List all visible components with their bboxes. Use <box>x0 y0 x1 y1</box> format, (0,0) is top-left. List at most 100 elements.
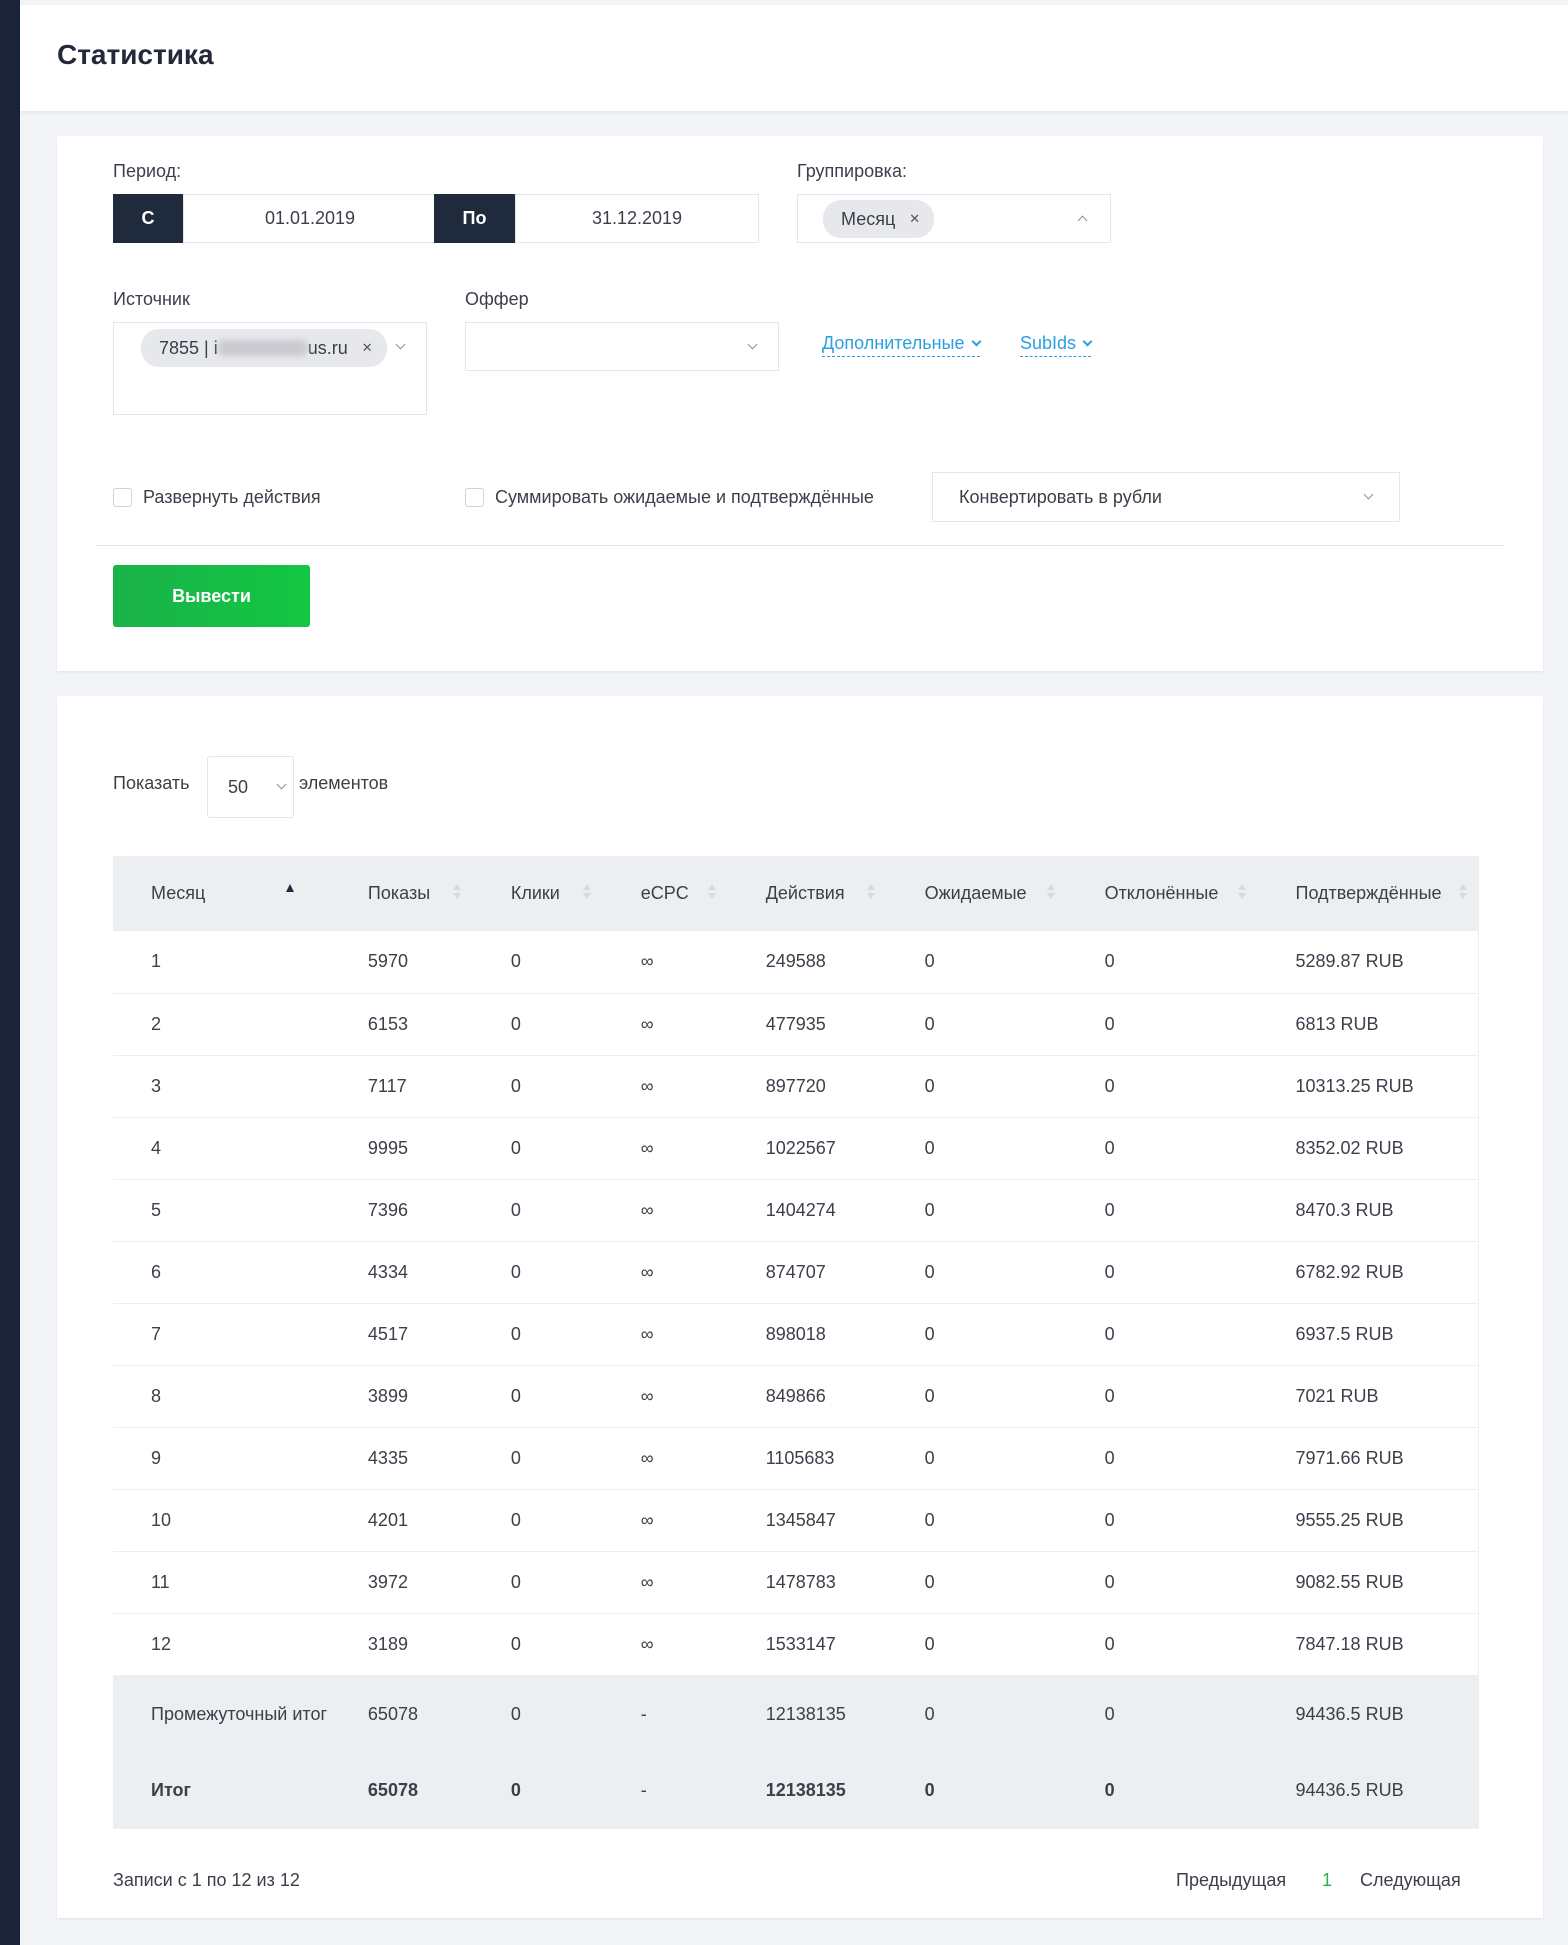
column-header[interactable]: Показы <box>329 856 473 931</box>
length-elements-label: элементов <box>299 773 389 793</box>
column-header-label: Показы <box>367 883 431 903</box>
date-to-prefix: По <box>434 194 515 243</box>
table-cell: 0 <box>886 1675 1067 1753</box>
table-cell: ∞ <box>602 1551 728 1614</box>
table-cell: 1478783 <box>727 1551 887 1614</box>
page-header: Статистика <box>20 5 1568 111</box>
sort-icon <box>452 884 461 902</box>
sum-pending-label: Суммировать ожидаемые и подтверждённые <box>495 487 874 507</box>
table-cell: 8 <box>113 1365 330 1428</box>
column-header-label: Отклонённые <box>1104 883 1219 903</box>
convert-select-label: Конвертировать в рубли <box>959 487 1162 507</box>
expand-actions-label: Развернуть действия <box>143 487 321 507</box>
table-cell: ∞ <box>602 1303 728 1366</box>
table-cell: 0 <box>472 1365 603 1428</box>
source-select[interactable]: 7855 | i us.ru ✕ <box>113 322 427 415</box>
offer-select[interactable] <box>465 322 779 371</box>
table-cell: 4335 <box>329 1427 473 1490</box>
table-cell: 0 <box>886 1752 1067 1829</box>
subids-link[interactable]: SubIds <box>1020 333 1093 357</box>
table-row: 11 3972 0 ∞ 1478783 0 0 9082.55 RUB <box>113 1551 1479 1614</box>
table-cell: 0 <box>472 1613 603 1676</box>
table-cell: 849866 <box>727 1365 887 1428</box>
grouping-label: Группировка: <box>797 161 907 181</box>
table-cell: ∞ <box>602 1365 728 1428</box>
page-length-select[interactable]: 50 <box>207 756 294 818</box>
page-title: Статистика <box>57 39 214 70</box>
table-cell: 0 <box>886 1055 1067 1118</box>
chevron-down-icon <box>747 339 758 350</box>
column-header[interactable]: eCPC <box>602 856 728 931</box>
chip-remove-icon[interactable]: ✕ <box>362 340 373 356</box>
table-cell: - <box>602 1752 728 1829</box>
column-header-label: Месяц <box>151 883 206 903</box>
table-cell: 4201 <box>329 1489 473 1552</box>
grouping-select[interactable]: Месяц ✕ <box>797 194 1111 243</box>
table-cell: 249588 <box>727 931 887 994</box>
pagination-page[interactable]: 1 <box>1322 1870 1332 1891</box>
table-row: 10 4201 0 ∞ 1345847 0 0 9555.25 RUB <box>113 1489 1479 1552</box>
period-label: Период: <box>113 161 182 181</box>
table-cell: 0 <box>1066 1613 1258 1676</box>
table-cell: 897720 <box>727 1055 887 1118</box>
column-header[interactable]: Клики <box>472 856 603 931</box>
table-cell: 0 <box>472 1551 603 1614</box>
chevron-up-icon <box>1077 215 1088 226</box>
extra-filters-link[interactable]: Дополнительные <box>822 333 981 357</box>
pagination-next[interactable]: Следующая <box>1360 1870 1461 1891</box>
column-header-label: Ожидаемые <box>924 883 1027 903</box>
table-cell: ∞ <box>602 1427 728 1490</box>
column-header[interactable]: Месяц <box>113 856 330 931</box>
column-header-label: eCPC <box>640 883 689 903</box>
table-cell: 12138135 <box>727 1752 887 1829</box>
table-cell: 4517 <box>329 1303 473 1366</box>
date-from-input[interactable]: 01.01.2019 <box>183 194 437 243</box>
chevron-down-icon <box>971 336 981 347</box>
table-cell: 12138135 <box>727 1675 887 1753</box>
table-cell: 9995 <box>329 1117 473 1180</box>
table-cell: 0 <box>1066 1551 1258 1614</box>
stats-table: Месяц Показы Клики eCPC Действия Ожидаем… <box>113 856 1479 1829</box>
chip-remove-icon[interactable]: ✕ <box>909 211 920 227</box>
column-header[interactable]: Ожидаемые <box>886 856 1067 931</box>
column-header[interactable]: Действия <box>727 856 887 931</box>
sort-icon <box>1046 884 1055 902</box>
table-cell: 10 <box>113 1489 330 1552</box>
table-cell: 6813 RUB <box>1257 993 1479 1056</box>
table-cell: 874707 <box>727 1241 887 1304</box>
table-cell: 0 <box>472 1241 603 1304</box>
table-cell: 0 <box>886 1179 1067 1242</box>
chevron-down-icon <box>1082 336 1093 347</box>
sum-pending-checkbox[interactable] <box>465 488 484 507</box>
table-cell: 0 <box>472 1489 603 1552</box>
table-cell: 7971.66 RUB <box>1257 1427 1479 1490</box>
date-to-input[interactable]: 31.12.2019 <box>515 194 759 243</box>
table-row: 12 3189 0 ∞ 1533147 0 0 7847.18 RUB <box>113 1613 1479 1676</box>
pagination-prev[interactable]: Предыдущая <box>1176 1870 1286 1891</box>
table-cell: 9555.25 RUB <box>1257 1489 1479 1552</box>
column-header[interactable]: Подтверждённые <box>1257 856 1479 931</box>
table-cell: 0 <box>1066 1241 1258 1304</box>
sort-icon <box>707 884 716 902</box>
total-row: Итог 65078 0-12138135 0 0 94436.5 RUB <box>113 1752 1479 1829</box>
table-cell: 0 <box>472 1675 603 1753</box>
table-cell: ∞ <box>602 1055 728 1118</box>
column-header[interactable]: Отклонённые <box>1066 856 1258 931</box>
table-cell: Промежуточный итог <box>113 1675 330 1753</box>
table-info: Записи с 1 по 12 из 12 <box>113 1870 300 1890</box>
table-cell: 0 <box>886 1303 1067 1366</box>
table-cell: 6 <box>113 1241 330 1304</box>
source-chip-suffix: us.ru <box>307 337 348 358</box>
convert-select[interactable]: Конвертировать в рубли <box>932 472 1400 522</box>
expand-actions-checkbox[interactable] <box>113 488 132 507</box>
table-cell: 2 <box>113 993 330 1056</box>
table-row: 1 5970 0 ∞ 249588 0 0 5289.87 RUB <box>113 931 1479 994</box>
submit-button[interactable]: Вывести <box>113 565 310 627</box>
sort-icon <box>866 884 875 902</box>
table-cell: 0 <box>1066 1752 1258 1829</box>
table-cell: 0 <box>472 1427 603 1490</box>
table-cell: 5289.87 RUB <box>1257 931 1479 994</box>
table-cell: 0 <box>1066 1675 1258 1753</box>
table-row: 5 7396 0 ∞ 1404274 0 0 8470.3 RUB <box>113 1179 1479 1242</box>
filter-panel: Период: С 01.01.2019 По 31.12.2019 Групп… <box>57 136 1543 671</box>
